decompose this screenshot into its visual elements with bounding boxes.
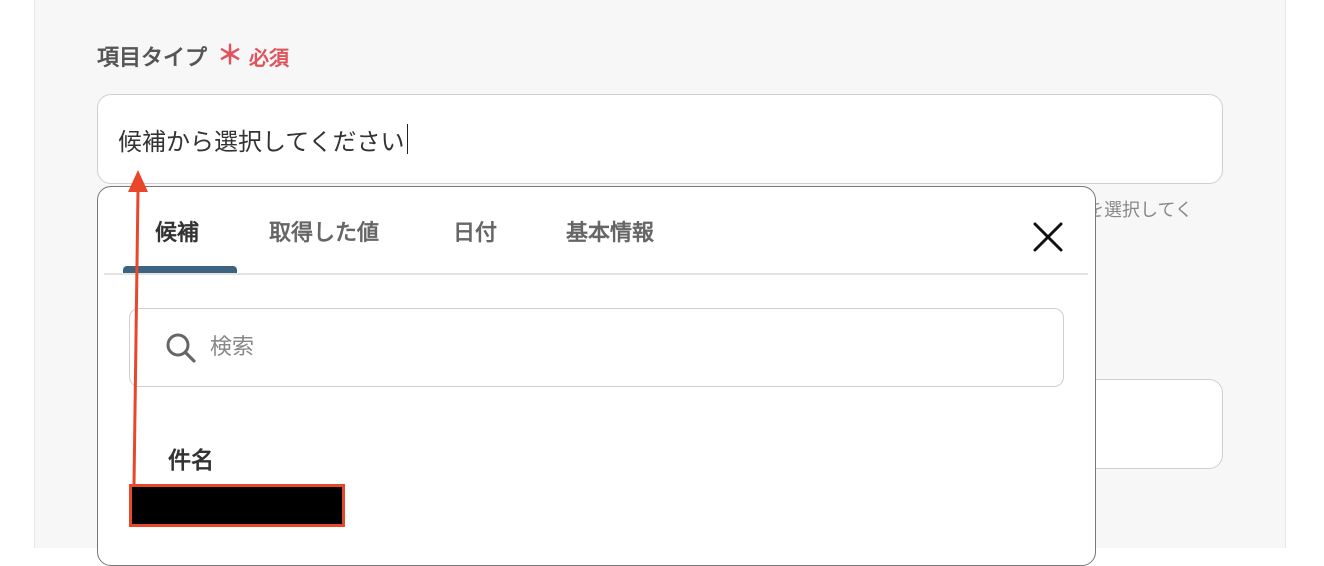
section-title: 件名 [168,448,214,474]
help-text: を選択してく [1086,200,1193,221]
search-input[interactable] [208,334,1012,361]
close-icon [1033,222,1063,252]
tab-basic-info[interactable]: 基本情報 [566,215,654,247]
tabs-divider [104,273,1088,275]
text-caret [406,124,409,154]
redacted-list-item[interactable] [129,484,345,527]
close-button[interactable] [1028,217,1068,257]
suggestion-dropdown: 候補 取得した値 日付 基本情報 件名 [97,186,1096,566]
item-type-input[interactable]: 候補から選択してください [97,94,1223,184]
search-icon [166,333,196,363]
tab-date[interactable]: 日付 [453,215,497,247]
item-type-input-text: 候補から選択してください [118,127,405,156]
dropdown-tabs: 候補 取得した値 日付 基本情報 [98,187,1095,275]
required-asterisk: ＊ [217,41,244,71]
tab-acquired-values[interactable]: 取得した値 [269,215,379,247]
required-label: 必須 [249,45,290,70]
tab-candidates[interactable]: 候補 [155,215,199,247]
field-label-row: 項目タイプ ＊ 必須 [97,40,289,72]
field-label: 項目タイプ [97,46,208,71]
search-box[interactable] [129,308,1064,387]
